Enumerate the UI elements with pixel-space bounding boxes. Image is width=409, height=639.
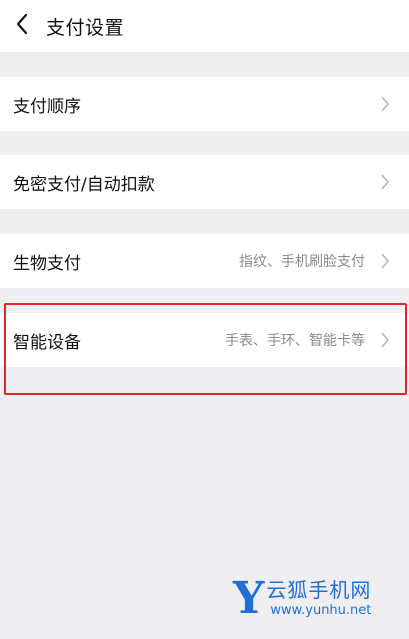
payment-settings-page: 支付设置 支付顺序 免密支付/自动扣款 生物支付 指纹、手机刷脸支付 智能设备 … bbox=[0, 0, 409, 639]
row-smart-devices[interactable]: 智能设备 手表、手环、智能卡等 bbox=[0, 313, 409, 367]
row-label: 支付顺序 bbox=[13, 96, 81, 117]
chevron-right-icon bbox=[373, 170, 397, 194]
header-bar: 支付设置 bbox=[0, 0, 409, 52]
chevron-right-icon bbox=[373, 328, 397, 352]
watermark: Y 云狐手机网 www.yunhu.net bbox=[233, 573, 403, 624]
row-description: 指纹、手机刷脸支付 bbox=[239, 254, 365, 270]
row-payment-order[interactable]: 支付顺序 bbox=[0, 77, 409, 131]
watermark-logo: Y bbox=[233, 573, 265, 624]
row-label: 生物支付 bbox=[13, 253, 81, 274]
row-description: 手表、手环、智能卡等 bbox=[225, 333, 365, 349]
chevron-left-icon bbox=[15, 13, 29, 39]
row-password-free-payment[interactable]: 免密支付/自动扣款 bbox=[0, 155, 409, 209]
row-label: 免密支付/自动扣款 bbox=[13, 174, 155, 195]
chevron-right-icon bbox=[373, 92, 397, 116]
watermark-name: 云狐手机网 bbox=[266, 578, 372, 602]
watermark-url: www.yunhu.net bbox=[270, 603, 372, 618]
back-button[interactable] bbox=[2, 0, 42, 52]
chevron-right-icon bbox=[373, 249, 397, 273]
page-title: 支付设置 bbox=[46, 16, 125, 39]
row-label: 智能设备 bbox=[13, 332, 81, 353]
row-biometric-payment[interactable]: 生物支付 指纹、手机刷脸支付 bbox=[0, 234, 409, 288]
